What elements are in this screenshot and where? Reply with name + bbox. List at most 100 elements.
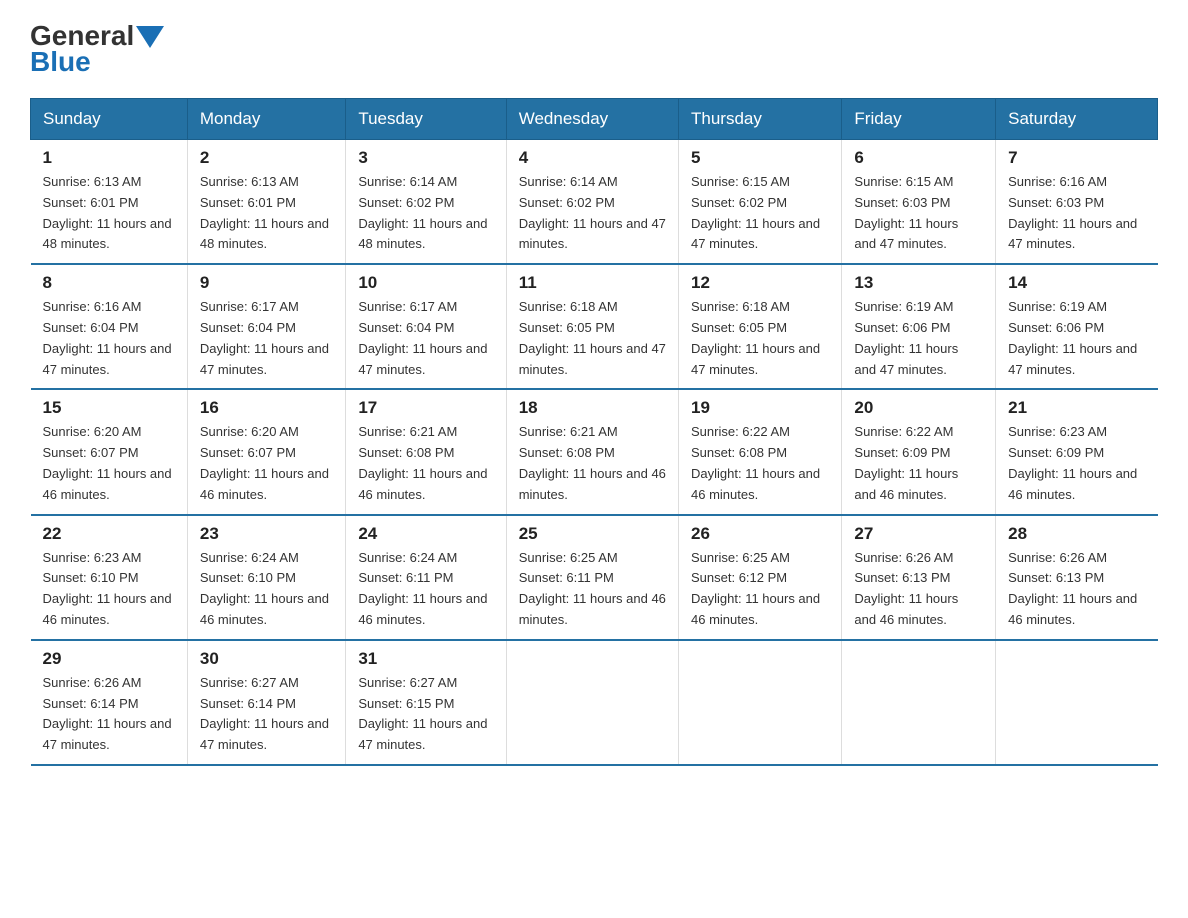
day-number: 8 [43,273,175,293]
logo: General Blue [30,20,164,78]
day-info: Sunrise: 6:19 AMSunset: 6:06 PMDaylight:… [1008,297,1145,380]
calendar-cell: 12 Sunrise: 6:18 AMSunset: 6:05 PMDayligh… [679,264,842,389]
calendar-cell: 19 Sunrise: 6:22 AMSunset: 6:08 PMDayligh… [679,389,842,514]
calendar-cell: 6 Sunrise: 6:15 AMSunset: 6:03 PMDaylight… [842,140,996,265]
day-number: 2 [200,148,333,168]
day-info: Sunrise: 6:24 AMSunset: 6:11 PMDaylight:… [358,548,493,631]
header-thursday: Thursday [679,99,842,140]
calendar-cell: 25 Sunrise: 6:25 AMSunset: 6:11 PMDayligh… [506,515,678,640]
calendar-cell: 22Sunrise: 6:23 AMSunset: 6:10 PMDayligh… [31,515,188,640]
calendar-cell: 16 Sunrise: 6:20 AMSunset: 6:07 PMDayligh… [187,389,345,514]
calendar-table: Sunday Monday Tuesday Wednesday Thursday… [30,98,1158,766]
calendar-week-row: 15 Sunrise: 6:20 AMSunset: 6:07 PMDayligh… [31,389,1158,514]
day-info: Sunrise: 6:20 AMSunset: 6:07 PMDaylight:… [43,422,175,505]
day-number: 25 [519,524,666,544]
day-number: 28 [1008,524,1145,544]
day-info: Sunrise: 6:25 AMSunset: 6:11 PMDaylight:… [519,548,666,631]
day-number: 31 [358,649,493,669]
calendar-cell: 20 Sunrise: 6:22 AMSunset: 6:09 PMDayligh… [842,389,996,514]
day-info: Sunrise: 6:16 AMSunset: 6:03 PMDaylight:… [1008,172,1145,255]
logo-triangle-icon [136,26,164,48]
day-number: 20 [854,398,983,418]
calendar-cell: 14 Sunrise: 6:19 AMSunset: 6:06 PMDayligh… [996,264,1158,389]
calendar-cell: 13 Sunrise: 6:19 AMSunset: 6:06 PMDayligh… [842,264,996,389]
day-info: Sunrise: 6:16 AMSunset: 6:04 PMDaylight:… [43,297,175,380]
calendar-week-row: 1 Sunrise: 6:13 AMSunset: 6:01 PMDaylight… [31,140,1158,265]
calendar-cell: 21 Sunrise: 6:23 AMSunset: 6:09 PMDayligh… [996,389,1158,514]
day-number: 12 [691,273,829,293]
header-wednesday: Wednesday [506,99,678,140]
day-number: 16 [200,398,333,418]
day-number: 15 [43,398,175,418]
day-number: 9 [200,273,333,293]
page-header: General Blue [30,20,1158,78]
calendar-cell [679,640,842,765]
header-monday: Monday [187,99,345,140]
day-number: 14 [1008,273,1145,293]
day-number: 18 [519,398,666,418]
calendar-week-row: 22Sunrise: 6:23 AMSunset: 6:10 PMDayligh… [31,515,1158,640]
day-info: Sunrise: 6:22 AMSunset: 6:09 PMDaylight:… [854,422,983,505]
day-info: Sunrise: 6:21 AMSunset: 6:08 PMDaylight:… [358,422,493,505]
day-info: Sunrise: 6:20 AMSunset: 6:07 PMDaylight:… [200,422,333,505]
day-number: 26 [691,524,829,544]
day-info: Sunrise: 6:25 AMSunset: 6:12 PMDaylight:… [691,548,829,631]
day-number: 21 [1008,398,1145,418]
calendar-cell: 26 Sunrise: 6:25 AMSunset: 6:12 PMDayligh… [679,515,842,640]
calendar-cell: 3Sunrise: 6:14 AMSunset: 6:02 PMDaylight… [346,140,506,265]
day-number: 10 [358,273,493,293]
day-info: Sunrise: 6:14 AMSunset: 6:02 PMDaylight:… [519,172,666,255]
day-info: Sunrise: 6:26 AMSunset: 6:14 PMDaylight:… [43,673,175,756]
calendar-cell: 2Sunrise: 6:13 AMSunset: 6:01 PMDaylight… [187,140,345,265]
day-number: 29 [43,649,175,669]
day-number: 11 [519,273,666,293]
header-sunday: Sunday [31,99,188,140]
header-tuesday: Tuesday [346,99,506,140]
day-info: Sunrise: 6:24 AMSunset: 6:10 PMDaylight:… [200,548,333,631]
day-number: 1 [43,148,175,168]
calendar-cell: 4Sunrise: 6:14 AMSunset: 6:02 PMDaylight… [506,140,678,265]
day-info: Sunrise: 6:15 AMSunset: 6:03 PMDaylight:… [854,172,983,255]
day-number: 23 [200,524,333,544]
day-number: 13 [854,273,983,293]
day-number: 24 [358,524,493,544]
calendar-cell: 17 Sunrise: 6:21 AMSunset: 6:08 PMDayligh… [346,389,506,514]
day-info: Sunrise: 6:13 AMSunset: 6:01 PMDaylight:… [43,172,175,255]
calendar-cell: 9 Sunrise: 6:17 AMSunset: 6:04 PMDaylight… [187,264,345,389]
calendar-cell: 10 Sunrise: 6:17 AMSunset: 6:04 PMDayligh… [346,264,506,389]
day-number: 27 [854,524,983,544]
calendar-cell: 30 Sunrise: 6:27 AMSunset: 6:14 PMDayligh… [187,640,345,765]
day-info: Sunrise: 6:22 AMSunset: 6:08 PMDaylight:… [691,422,829,505]
day-info: Sunrise: 6:27 AMSunset: 6:14 PMDaylight:… [200,673,333,756]
day-number: 6 [854,148,983,168]
calendar-cell: 24 Sunrise: 6:24 AMSunset: 6:11 PMDayligh… [346,515,506,640]
calendar-cell: 28 Sunrise: 6:26 AMSunset: 6:13 PMDayligh… [996,515,1158,640]
calendar-cell: 5 Sunrise: 6:15 AMSunset: 6:02 PMDaylight… [679,140,842,265]
day-info: Sunrise: 6:27 AMSunset: 6:15 PMDaylight:… [358,673,493,756]
day-number: 7 [1008,148,1145,168]
day-info: Sunrise: 6:17 AMSunset: 6:04 PMDaylight:… [358,297,493,380]
calendar-week-row: 29 Sunrise: 6:26 AMSunset: 6:14 PMDayligh… [31,640,1158,765]
day-number: 19 [691,398,829,418]
day-info: Sunrise: 6:26 AMSunset: 6:13 PMDaylight:… [854,548,983,631]
calendar-cell [842,640,996,765]
calendar-cell: 27 Sunrise: 6:26 AMSunset: 6:13 PMDayligh… [842,515,996,640]
header-saturday: Saturday [996,99,1158,140]
calendar-cell: 18Sunrise: 6:21 AMSunset: 6:08 PMDayligh… [506,389,678,514]
day-info: Sunrise: 6:23 AMSunset: 6:10 PMDaylight:… [43,548,175,631]
calendar-cell: 15 Sunrise: 6:20 AMSunset: 6:07 PMDayligh… [31,389,188,514]
day-info: Sunrise: 6:18 AMSunset: 6:05 PMDaylight:… [691,297,829,380]
day-number: 5 [691,148,829,168]
day-info: Sunrise: 6:26 AMSunset: 6:13 PMDaylight:… [1008,548,1145,631]
calendar-cell: 7 Sunrise: 6:16 AMSunset: 6:03 PMDaylight… [996,140,1158,265]
day-info: Sunrise: 6:17 AMSunset: 6:04 PMDaylight:… [200,297,333,380]
calendar-header: Sunday Monday Tuesday Wednesday Thursday… [31,99,1158,140]
day-info: Sunrise: 6:23 AMSunset: 6:09 PMDaylight:… [1008,422,1145,505]
calendar-week-row: 8 Sunrise: 6:16 AMSunset: 6:04 PMDaylight… [31,264,1158,389]
day-info: Sunrise: 6:15 AMSunset: 6:02 PMDaylight:… [691,172,829,255]
calendar-cell [506,640,678,765]
day-number: 30 [200,649,333,669]
day-info: Sunrise: 6:19 AMSunset: 6:06 PMDaylight:… [854,297,983,380]
day-number: 17 [358,398,493,418]
day-number: 3 [358,148,493,168]
